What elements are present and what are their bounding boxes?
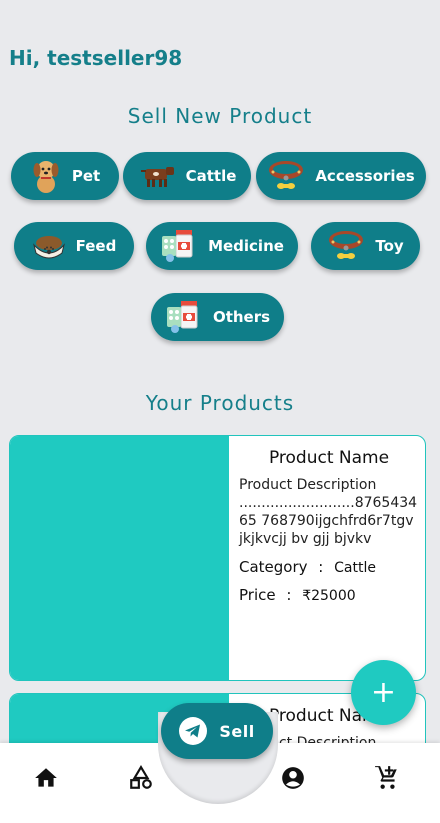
product-image <box>10 436 229 680</box>
cow-icon <box>140 167 174 187</box>
category-chip-others[interactable]: Others <box>151 293 284 341</box>
products-section-title: Your Products <box>145 391 295 415</box>
product-description: Product Description ....................… <box>239 477 418 547</box>
price-label: Price <box>239 586 276 604</box>
product-name: Product Name <box>268 448 390 468</box>
telegram-icon <box>179 717 208 745</box>
greeting: Hi, testseller98 <box>9 46 183 70</box>
sell-section-title: Sell New Product <box>127 104 313 128</box>
sell-button[interactable]: Sell <box>161 703 273 759</box>
price-value: ₹25000 <box>302 588 356 604</box>
category-value: Cattle <box>334 560 376 576</box>
category-label: Medicine <box>208 237 284 255</box>
product-price-row: Price : ₹25000 <box>239 586 356 604</box>
category-label: Toy <box>375 237 404 255</box>
category-label: Cattle <box>185 167 237 185</box>
sell-label: Sell <box>219 721 255 741</box>
account-icon[interactable] <box>280 765 306 791</box>
home-icon[interactable] <box>33 765 59 791</box>
product-card[interactable]: Product Name Product Description .......… <box>9 435 426 681</box>
pet-food-icon <box>32 236 65 259</box>
add-product-button[interactable]: + <box>351 660 416 725</box>
product-category-row: Category : Cattle <box>239 558 376 576</box>
category-chip-pet[interactable]: Pet <box>11 152 119 200</box>
category-chip-medicine[interactable]: Medicine <box>146 222 298 270</box>
category-label: Feed <box>75 237 117 255</box>
category-chip-feed[interactable]: Feed <box>14 222 134 270</box>
category-label: Others <box>212 308 271 326</box>
category-label: Pet <box>71 167 101 185</box>
collar-icon <box>329 231 364 259</box>
medicine-icon <box>166 301 198 333</box>
collar-icon <box>269 161 304 189</box>
shapes-icon[interactable] <box>128 765 154 791</box>
dog-icon <box>33 161 59 193</box>
medicine-icon <box>162 230 193 262</box>
plus-icon: + <box>370 675 397 710</box>
category-label: Category <box>239 558 308 576</box>
cart-add-icon[interactable] <box>374 765 400 791</box>
category-chip-cattle[interactable]: Cattle <box>123 152 251 200</box>
category-label: Accessories <box>315 167 415 185</box>
category-chip-accessories[interactable]: Accessories <box>256 152 426 200</box>
category-chip-toy[interactable]: Toy <box>311 222 420 270</box>
